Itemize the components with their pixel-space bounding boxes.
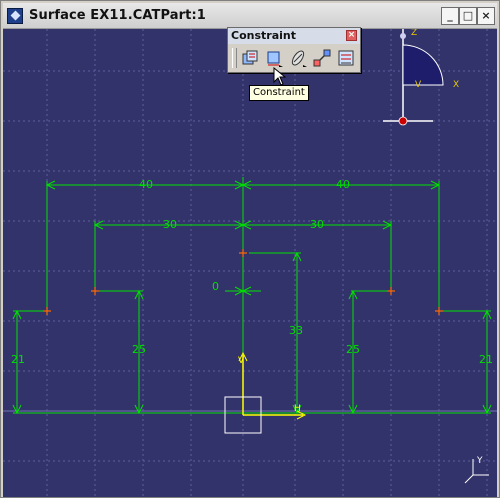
axis-indicator: Y — [464, 456, 489, 484]
constraints-dialog-icon[interactable] — [240, 48, 260, 68]
compass[interactable]: Z X V — [383, 29, 459, 126]
contact-constraint-icon[interactable] — [288, 48, 308, 68]
dim-top-left[interactable]: 40 — [139, 178, 153, 191]
fix-together-icon[interactable] — [312, 48, 332, 68]
catia-part-window: Surface EX11.CATPart:1 _ □ × 40 40 30 30… — [0, 0, 500, 498]
dim-mid-right[interactable]: 30 — [310, 218, 324, 231]
minimize-button[interactable]: _ — [441, 7, 459, 25]
auto-constraint-icon[interactable] — [336, 48, 356, 68]
mouse-cursor-icon — [273, 67, 287, 86]
h-direction-label: H — [294, 404, 301, 414]
dim-top-right[interactable]: 40 — [336, 178, 350, 191]
dim-mid-left[interactable]: 30 — [163, 218, 177, 231]
dim-left-outer[interactable]: 21 — [11, 353, 25, 366]
catia-part-icon — [7, 8, 23, 24]
compass-z-label: Z — [411, 29, 417, 38]
toolbar-title-bar[interactable]: Constraint × — [228, 28, 360, 44]
compass-y-label: V — [415, 80, 422, 90]
toolbar-title: Constraint — [231, 29, 296, 42]
constraint-icon[interactable] — [264, 48, 284, 68]
axis-y-label: Y — [476, 456, 483, 466]
toolbar-grip[interactable] — [232, 48, 237, 68]
sketch-origin-axes[interactable]: H V — [224, 351, 307, 434]
compass-x-label: X — [453, 80, 459, 90]
constraint-toolbar[interactable]: Constraint × — [227, 27, 361, 73]
dim-zero[interactable]: 0 — [212, 280, 219, 293]
constraint-tooltip: Constraint — [249, 85, 309, 101]
window-title: Surface EX11.CATPart:1 — [29, 8, 206, 23]
dim-left-inner[interactable]: 25 — [132, 343, 146, 356]
title-bar[interactable]: Surface EX11.CATPart:1 _ □ × — [3, 3, 497, 29]
dim-center-height[interactable]: 33 — [289, 324, 303, 337]
dimension-arrows — [12, 180, 492, 415]
maximize-button[interactable]: □ — [459, 7, 477, 25]
dim-right-outer[interactable]: 21 — [479, 353, 493, 366]
dim-right-inner[interactable]: 25 — [346, 343, 360, 356]
sketch-geometry[interactable] — [13, 177, 491, 414]
toolbar-close-icon[interactable]: × — [346, 30, 357, 41]
close-button[interactable]: × — [477, 7, 495, 25]
v-direction-label: V — [238, 356, 245, 366]
